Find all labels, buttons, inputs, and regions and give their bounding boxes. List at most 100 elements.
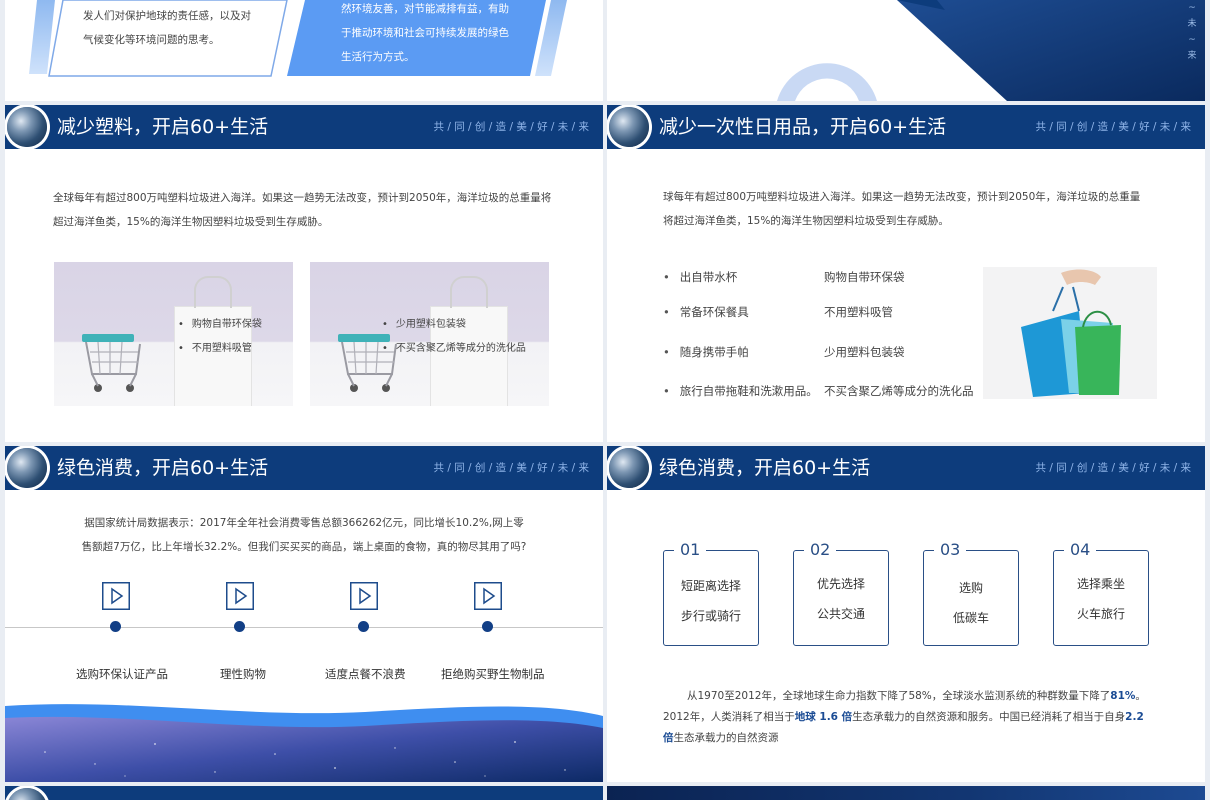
earth-icon: [7, 448, 47, 488]
text-line: 将超过海洋鱼类，15%的海洋生物因塑料垃圾受到生存威胁。: [663, 215, 949, 227]
slide-green-consumption-b[interactable]: 绿色消费，开启60+生活 共 / 同 / 创 / 造 / 美 / 好 / 未 /…: [607, 446, 1205, 782]
highlight-bei: 倍: [663, 732, 674, 744]
text-line: 据国家统计局数据表示：2017年全年社会消费零售总额366262亿元，同比增长1…: [84, 517, 524, 529]
text-span: 从1970至2012年，全球地球生命力指数下降了58%，全球淡水监测系统的种群数…: [687, 690, 1111, 702]
tip-item: 常备环保餐具: [663, 304, 749, 320]
option-line: 优先选择: [816, 577, 865, 591]
starry-wave-footer: [5, 704, 603, 782]
option-line: 选购: [958, 581, 983, 595]
slide-title: 减少一次性日用品，开启60+生活: [659, 116, 947, 138]
text-span: 。: [1135, 690, 1146, 702]
timeline-dot: [110, 621, 121, 632]
text-line: 气候变化等环境问题的思考。: [83, 34, 220, 46]
body-paragraph: 据国家统计局数据表示：2017年全年社会消费零售总额366262亿元，同比增长1…: [5, 511, 603, 559]
slide-title: 绿色消费，开启60+生活: [57, 457, 269, 479]
slide-reduce-disposables[interactable]: 减少一次性日用品，开启60+生活 共 / 同 / 创 / 造 / 美 / 好 /…: [607, 105, 1205, 442]
decor-shapes: [777, 0, 1205, 101]
slide-top-right[interactable]: ~ 未 ~ 来: [607, 0, 1205, 101]
slide-bottom-left[interactable]: [5, 786, 603, 800]
slide-motto: 共 / 同 / 创 / 造 / 美 / 好 / 未 / 来: [433, 121, 590, 133]
tip-item: 出自带水杯: [663, 269, 738, 285]
text-line: 然环境友善，对节能减排有益，有助: [341, 3, 509, 15]
photo-bullet: 购物自带环保袋: [178, 315, 262, 330]
highlight-81: 81%: [1110, 690, 1136, 702]
tip-item: 不用塑料吸管: [824, 305, 893, 319]
text-line: 从1970至2012年，全球地球生命力指数下降了58%，全球淡水监测系统的种群数…: [663, 686, 1153, 707]
highlight-earth-1-6: 地球 1.6 倍: [794, 711, 853, 723]
timeline-caption: 理性购物: [220, 667, 266, 681]
text-line: 售额超7万亿，比上年增长32.2%。但我们买买买的商品，端上桌面的食物，真的物尽…: [81, 541, 527, 553]
text-line: 于推动环境和社会可持续发展的绿色: [341, 27, 509, 39]
motto-char: 来: [1187, 51, 1197, 61]
intro-paragraph-b: 然环境友善，对节能减排有益，有助 于推动环境和社会可持续发展的绿色 生活行为方式…: [341, 0, 509, 69]
text-line: 球每年有超过800万吨塑料垃圾进入海洋。如果这一趋势无法改变，预计到2050年，…: [663, 191, 1141, 203]
option-line: 火车旅行: [1076, 607, 1125, 621]
slide-motto: 共 / 同 / 创 / 造 / 美 / 好 / 未 / 来: [433, 462, 590, 474]
timeline-dot: [358, 621, 369, 632]
earth-icon: [609, 448, 649, 488]
slide-title: 减少塑料，开启60+生活: [57, 116, 269, 138]
shopping-cart-icon: [338, 334, 397, 392]
option-line: 低碳车: [952, 611, 989, 625]
play-icon: [102, 582, 130, 610]
option-line: 公共交通: [816, 607, 865, 621]
option-line: 选择乘坐: [1076, 577, 1125, 591]
tip-item: 购物自带环保袋: [824, 270, 905, 284]
slide-header: 绿色消费，开启60+生活 共 / 同 / 创 / 造 / 美 / 好 / 未 /…: [607, 446, 1205, 490]
text-line: 发人们对保护地球的责任感，以及对: [83, 10, 251, 22]
slide-bottom-right[interactable]: [607, 786, 1205, 800]
play-icon: [474, 582, 502, 610]
tip-item: 少用塑料包装袋: [824, 345, 905, 359]
option-number: 03: [934, 540, 967, 560]
body-paragraph: 球每年有超过800万吨塑料垃圾进入海洋。如果这一趋势无法改变，预计到2050年，…: [663, 185, 1140, 233]
text-line: 倍生态承载力的自然资源: [663, 728, 1153, 749]
slide-motto: 共 / 同 / 创 / 造 / 美 / 好 / 未 / 来: [1035, 121, 1192, 133]
bag-handle: [194, 276, 232, 308]
earth-icon: [609, 107, 649, 147]
option-line: 短距离选择: [680, 579, 741, 593]
play-icon: [226, 582, 254, 610]
timeline-caption: 拒绝购买野生物制品: [441, 667, 545, 681]
option-box-1: 01 短距离选择 步行或骑行: [663, 540, 759, 646]
timeline-dot: [482, 621, 493, 632]
slide-header: 绿色消费，开启60+生活 共 / 同 / 创 / 造 / 美 / 好 / 未 /…: [5, 446, 603, 490]
highlight-2-2: 2.2: [1125, 711, 1144, 723]
timeline-line: [5, 627, 603, 628]
stats-paragraph: 从1970至2012年，全球地球生命力指数下降了58%，全球淡水监测系统的种群数…: [663, 686, 1153, 749]
play-icon: [350, 582, 378, 610]
slide-title: 绿色消费，开启60+生活: [659, 457, 871, 479]
text-line: 全球每年有超过800万吨塑料垃圾进入海洋。如果这一趋势无法改变，预计到2050年…: [53, 192, 552, 204]
text-span: 2012年，人类消耗了相当于: [663, 711, 795, 723]
earth-icon: [7, 107, 47, 147]
timeline-dot: [234, 621, 245, 632]
shopping-bags-image: [983, 267, 1157, 399]
option-box-4: 04 选择乘坐 火车旅行: [1053, 540, 1149, 646]
bag-handle: [450, 276, 488, 308]
shopping-photo-1: 购物自带环保袋 不用塑料吸管: [54, 262, 293, 406]
slide-top-left[interactable]: 发人们对保护地球的责任感，以及对 气候变化等环境问题的思考。 然环境友善，对节能…: [5, 0, 603, 101]
tip-item: 随身携带手帕: [663, 344, 749, 360]
tip-item: 不买含聚乙烯等成分的洗化品: [824, 384, 974, 398]
tip-item: 旅行自带拖鞋和洗漱用品。: [663, 383, 818, 399]
motto-char: 未: [1187, 19, 1197, 29]
option-number: 01: [674, 540, 707, 560]
shopping-cart-icon: [82, 334, 141, 392]
body-paragraph: 全球每年有超过800万吨塑料垃圾进入海洋。如果这一趋势无法改变，预计到2050年…: [53, 186, 551, 234]
photo-bullet: 不买含聚乙烯等成分的洗化品: [382, 339, 526, 354]
text-span: 生态承载力的自然资源和服务。中国已经消耗了相当于自身: [852, 711, 1126, 723]
option-box-3: 03 选购 低碳车: [923, 540, 1019, 646]
slide-sheet: 发人们对保护地球的责任感，以及对 气候变化等环境问题的思考。 然环境友善，对节能…: [0, 0, 1210, 800]
photo-bullet: 少用塑料包装袋: [382, 315, 466, 330]
intro-paragraph-a: 发人们对保护地球的责任感，以及对 气候变化等环境问题的思考。: [83, 4, 251, 52]
text-span: 生态承载力的自然资源: [673, 732, 779, 744]
photo-bullet: 不用塑料吸管: [178, 339, 252, 354]
option-box-2: 02 优先选择 公共交通: [793, 540, 889, 646]
slide-header: 减少一次性日用品，开启60+生活 共 / 同 / 创 / 造 / 美 / 好 /…: [607, 105, 1205, 149]
text-line: 超过海洋鱼类，15%的海洋生物因塑料垃圾受到生存威胁。: [53, 216, 329, 228]
text-line: 生活行为方式。: [341, 51, 415, 63]
motto-char: ~: [1188, 3, 1196, 13]
shopping-photo-2: 少用塑料包装袋 不买含聚乙烯等成分的洗化品: [310, 262, 549, 406]
slide-green-consumption-a[interactable]: 绿色消费，开启60+生活 共 / 同 / 创 / 造 / 美 / 好 / 未 /…: [5, 446, 603, 782]
option-number: 02: [804, 540, 837, 560]
slide-reduce-plastic[interactable]: 减少塑料，开启60+生活 共 / 同 / 创 / 造 / 美 / 好 / 未 /…: [5, 105, 603, 442]
